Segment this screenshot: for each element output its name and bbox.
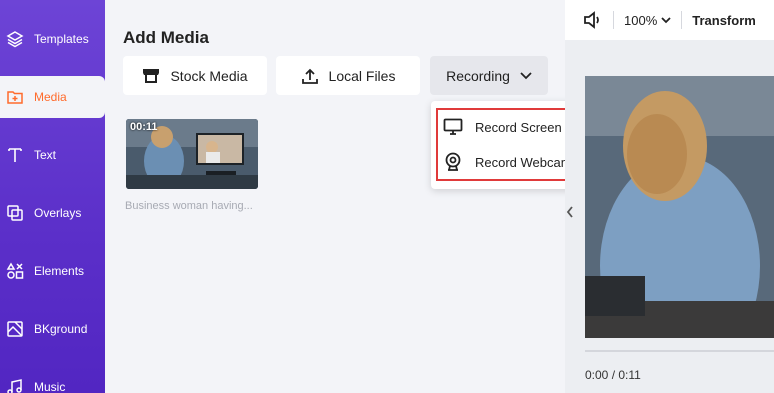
sidebar-item-label: Templates (34, 32, 89, 46)
sidebar-item-text[interactable]: Text (0, 134, 105, 176)
chevron-left-icon (566, 206, 574, 218)
media-panel: Add Media Stock Media Local Files Record… (105, 0, 565, 393)
music-icon (6, 378, 24, 393)
recording-label: Recording (446, 67, 510, 84)
record-webcam-label: Record Webcam (475, 154, 572, 170)
transform-button[interactable]: Transform (692, 13, 756, 28)
sidebar: Templates Media Text Overlays Elements B… (0, 0, 105, 393)
sidebar-item-label: Text (34, 148, 57, 162)
record-screen-option[interactable]: Record Screen (443, 114, 562, 140)
sidebar-item-elements[interactable]: Elements (0, 250, 105, 292)
duration-badge: 00:11 (130, 121, 158, 133)
progress-bar[interactable] (585, 350, 774, 352)
recording-button[interactable]: Recording (430, 56, 548, 95)
divider (681, 11, 683, 29)
overlays-icon (6, 204, 24, 222)
sidebar-item-overlays[interactable]: Overlays (0, 192, 105, 234)
local-files-button[interactable]: Local Files (276, 56, 420, 95)
stock-media-label: Stock Media (170, 67, 248, 84)
video-preview[interactable] (585, 76, 774, 338)
local-files-label: Local Files (328, 67, 396, 84)
media-thumbnail[interactable]: 00:11 (126, 119, 258, 189)
sidebar-item-label: BKground (34, 322, 88, 336)
webcam-icon (443, 152, 463, 172)
sidebar-item-music[interactable]: Music (0, 366, 105, 393)
zoom-value: 100% (624, 12, 658, 28)
chevron-down-icon (520, 71, 532, 80)
stock-media-button[interactable]: Stock Media (123, 56, 267, 95)
text-icon (6, 146, 24, 164)
time-readout: 0:00 / 0:11 (585, 368, 641, 382)
zoom-select[interactable]: 100% (624, 13, 671, 28)
preview-toolbar: 100% Transform (565, 0, 774, 40)
sidebar-item-label: Elements (34, 264, 85, 278)
upload-icon (301, 67, 319, 85)
media-folder-icon (6, 88, 24, 106)
preview-area: 100% Transform 0:00 / 0:11 (565, 0, 774, 393)
sidebar-item-media[interactable]: Media (0, 76, 105, 118)
page-title: Add Media (123, 28, 209, 47)
divider (613, 11, 614, 29)
video-frame (585, 76, 774, 338)
chevron-down-icon (661, 16, 671, 24)
sidebar-item-label: Music (34, 380, 66, 393)
sidebar-item-bkground[interactable]: BKground (0, 308, 105, 350)
monitor-icon (443, 117, 463, 137)
media-caption: Business woman having... (125, 200, 253, 212)
layers-icon (6, 30, 24, 48)
store-icon (142, 68, 160, 84)
background-icon (6, 320, 24, 338)
elements-icon (6, 262, 24, 280)
record-screen-label: Record Screen (475, 119, 562, 135)
collapse-panel-button[interactable] (563, 196, 577, 228)
record-webcam-option[interactable]: Record Webcam (443, 149, 572, 175)
sidebar-item-label: Media (34, 90, 67, 104)
sidebar-item-templates[interactable]: Templates (0, 18, 105, 60)
sidebar-item-label: Overlays (34, 206, 82, 220)
volume-icon[interactable] (583, 10, 603, 30)
